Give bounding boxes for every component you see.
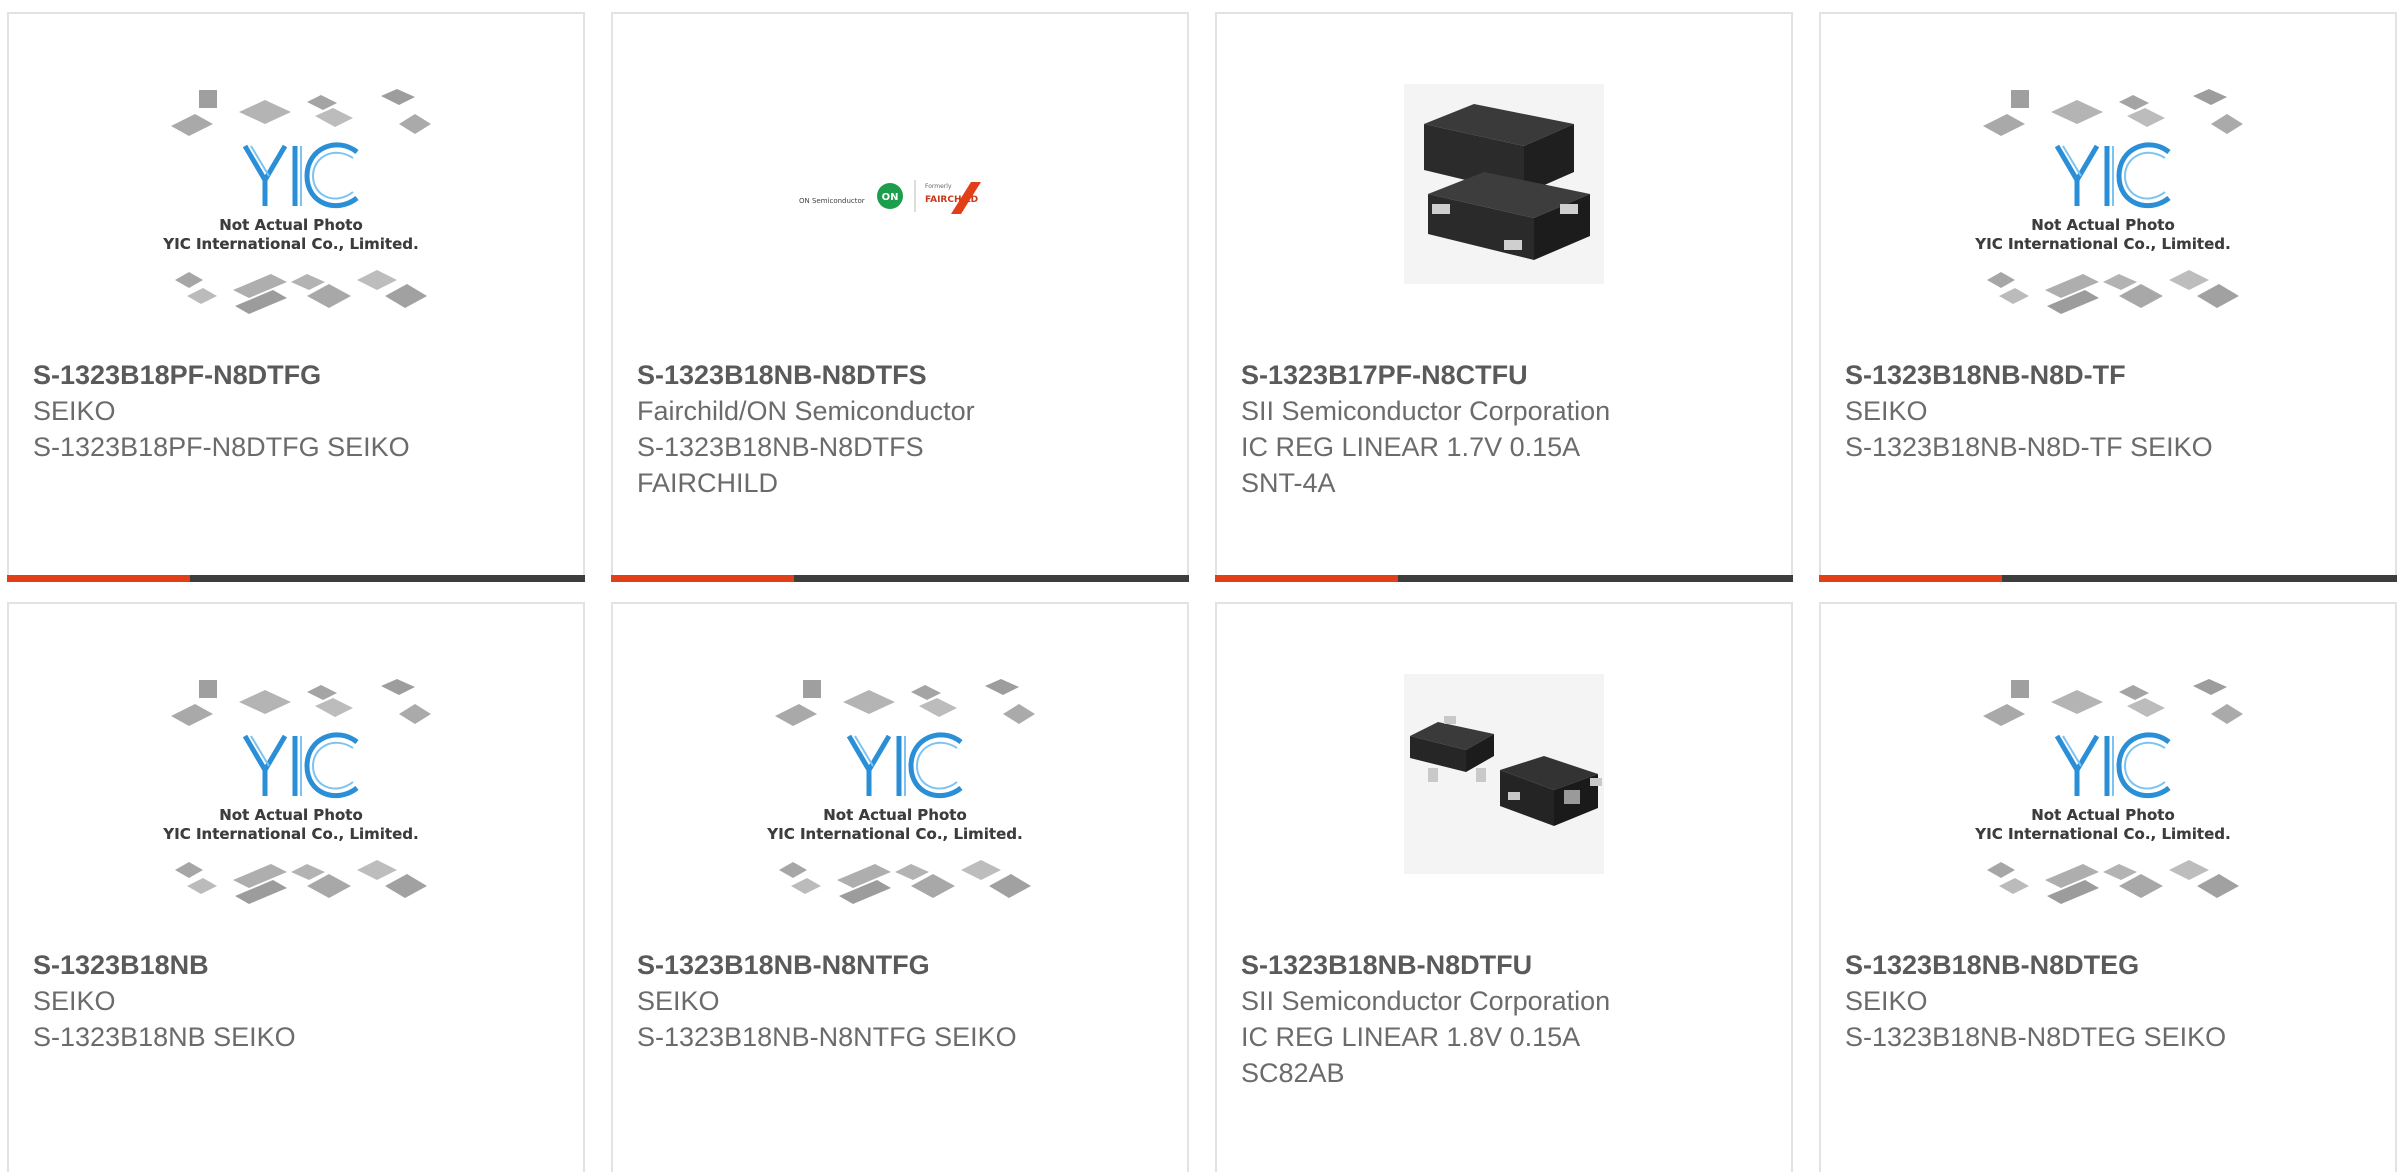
yic-placeholder-image: Not Actual Photo YIC International Co., … bbox=[765, 674, 1035, 914]
manufacturer: Fairchild/ON Semiconductor bbox=[637, 396, 975, 426]
description-line: IC REG LINEAR 1.7V 0.15A bbox=[1241, 432, 1581, 462]
description-line: SNT-4A bbox=[1241, 468, 1336, 498]
product-info: S-1323B18NB-N8DTEG SEIKO S-1323B18NB-N8D… bbox=[1845, 947, 2385, 1055]
product-image[interactable]: Not Actual Photo YIC International Co., … bbox=[9, 674, 583, 944]
product-info: S-1323B18NB-N8D-TF SEIKO S-1323B18NB-N8D… bbox=[1845, 357, 2385, 465]
product-info: S-1323B18NB SEIKO S-1323B18NB SEIKO bbox=[33, 947, 573, 1055]
description-line: S-1323B18NB-N8DTEG SEIKO bbox=[1845, 1022, 2227, 1052]
part-number-link[interactable]: S-1323B18NB-N8DTFS bbox=[637, 357, 1177, 393]
part-number-link[interactable]: S-1323B18NB-N8DTEG bbox=[1845, 947, 2385, 983]
card-bottom-bar bbox=[1819, 575, 2397, 582]
description-line: S-1323B18NB SEIKO bbox=[33, 1022, 296, 1052]
svg-text:YIC International Co., Limited: YIC International Co., Limited. bbox=[1974, 235, 2230, 253]
svg-text:ON Semiconductor: ON Semiconductor bbox=[799, 197, 865, 205]
svg-text:Not Actual Photo: Not Actual Photo bbox=[823, 806, 967, 824]
manufacturer: SEIKO bbox=[637, 986, 720, 1016]
svg-text:Not Actual Photo: Not Actual Photo bbox=[2031, 216, 2175, 234]
card-bottom-bar bbox=[1215, 575, 1793, 582]
product-info: S-1323B18NB-N8DTFU SII Semiconductor Cor… bbox=[1241, 947, 1781, 1091]
snt4a-package-photo bbox=[1404, 84, 1604, 284]
product-info: S-1323B18PF-N8DTFG SEIKO S-1323B18PF-N8D… bbox=[33, 357, 573, 465]
svg-text:YIC International Co., Limited: YIC International Co., Limited. bbox=[162, 825, 418, 843]
part-number-link[interactable]: S-1323B18NB bbox=[33, 947, 573, 983]
svg-text:YIC International Co., Limited: YIC International Co., Limited. bbox=[766, 825, 1022, 843]
description-line: S-1323B18PF-N8DTFG SEIKO bbox=[33, 432, 410, 462]
product-info: S-1323B18NB-N8DTFS Fairchild/ON Semicond… bbox=[637, 357, 1177, 501]
manufacturer: SEIKO bbox=[1845, 396, 1928, 426]
description-line: SC82AB bbox=[1241, 1058, 1345, 1088]
part-number-link[interactable]: S-1323B18NB-N8NTFG bbox=[637, 947, 1177, 983]
card-accent bbox=[1215, 575, 1398, 582]
description-line: IC REG LINEAR 1.8V 0.15A bbox=[1241, 1022, 1581, 1052]
svg-text:Formerly: Formerly bbox=[925, 183, 952, 190]
product-image[interactable]: Not Actual Photo YIC International Co., … bbox=[1821, 84, 2395, 354]
yic-placeholder-image: Not Actual Photo YIC International Co., … bbox=[161, 84, 431, 324]
yic-placeholder-image: Not Actual Photo YIC International Co., … bbox=[1973, 674, 2243, 914]
manufacturer: SEIKO bbox=[33, 986, 116, 1016]
product-card[interactable]: Not Actual Photo YIC International Co., … bbox=[611, 602, 1189, 1172]
card-bottom-bar bbox=[7, 575, 585, 582]
product-image[interactable]: Not Actual Photo YIC International Co., … bbox=[9, 84, 583, 354]
part-number-link[interactable]: S-1323B18NB-N8DTFU bbox=[1241, 947, 1781, 983]
description-line: S-1323B18NB-N8NTFG SEIKO bbox=[637, 1022, 1017, 1052]
manufacturer: SEIKO bbox=[1845, 986, 1928, 1016]
product-image[interactable]: Not Actual Photo YIC International Co., … bbox=[1821, 674, 2395, 944]
svg-text:ON: ON bbox=[882, 192, 899, 203]
description-line: S-1323B18NB-N8D-TF SEIKO bbox=[1845, 432, 2213, 462]
product-image[interactable] bbox=[1217, 674, 1791, 944]
product-image[interactable] bbox=[1217, 84, 1791, 354]
description-line: FAIRCHILD bbox=[637, 468, 779, 498]
product-card[interactable]: S-1323B17PF-N8CTFU SII Semiconductor Cor… bbox=[1215, 12, 1793, 582]
product-card[interactable]: ON Semiconductor ON Formerly FAIRCHILD S… bbox=[611, 12, 1189, 582]
product-card[interactable]: Not Actual Photo YIC International Co., … bbox=[7, 12, 585, 582]
product-grid: Not Actual Photo YIC International Co., … bbox=[0, 0, 2400, 1172]
svg-text:Not Actual Photo: Not Actual Photo bbox=[219, 806, 363, 824]
part-number-link[interactable]: S-1323B18PF-N8DTFG bbox=[33, 357, 573, 393]
product-info: S-1323B18NB-N8NTFG SEIKO S-1323B18NB-N8N… bbox=[637, 947, 1177, 1055]
product-info: S-1323B17PF-N8CTFU SII Semiconductor Cor… bbox=[1241, 357, 1781, 501]
description-line: S-1323B18NB-N8DTFS bbox=[637, 432, 924, 462]
card-accent bbox=[7, 575, 190, 582]
svg-text:Not Actual Photo: Not Actual Photo bbox=[2031, 806, 2175, 824]
card-bottom-bar bbox=[611, 575, 1189, 582]
card-accent bbox=[611, 575, 794, 582]
part-number-link[interactable]: S-1323B17PF-N8CTFU bbox=[1241, 357, 1781, 393]
sc82ab-package-photo bbox=[1404, 674, 1604, 874]
svg-text:YIC International Co., Limited: YIC International Co., Limited. bbox=[162, 235, 418, 253]
fairchild-logo-image: ON Semiconductor ON Formerly FAIRCHILD bbox=[799, 180, 981, 214]
product-card[interactable]: S-1323B18NB-N8DTFU SII Semiconductor Cor… bbox=[1215, 602, 1793, 1172]
manufacturer: SII Semiconductor Corporation bbox=[1241, 986, 1611, 1016]
svg-text:YIC International Co., Limited: YIC International Co., Limited. bbox=[1974, 825, 2230, 843]
card-accent bbox=[1819, 575, 2002, 582]
svg-text:Not Actual Photo: Not Actual Photo bbox=[219, 216, 363, 234]
yic-placeholder-image: Not Actual Photo YIC International Co., … bbox=[161, 674, 431, 914]
product-card[interactable]: Not Actual Photo YIC International Co., … bbox=[1819, 12, 2397, 582]
product-card[interactable]: Not Actual Photo YIC International Co., … bbox=[1819, 602, 2397, 1172]
yic-placeholder-image: Not Actual Photo YIC International Co., … bbox=[1973, 84, 2243, 324]
manufacturer: SEIKO bbox=[33, 396, 116, 426]
manufacturer: SII Semiconductor Corporation bbox=[1241, 396, 1611, 426]
product-image[interactable]: Not Actual Photo YIC International Co., … bbox=[613, 674, 1187, 944]
product-image[interactable]: ON Semiconductor ON Formerly FAIRCHILD bbox=[613, 84, 1187, 354]
product-card[interactable]: Not Actual Photo YIC International Co., … bbox=[7, 602, 585, 1172]
part-number-link[interactable]: S-1323B18NB-N8D-TF bbox=[1845, 357, 2385, 393]
